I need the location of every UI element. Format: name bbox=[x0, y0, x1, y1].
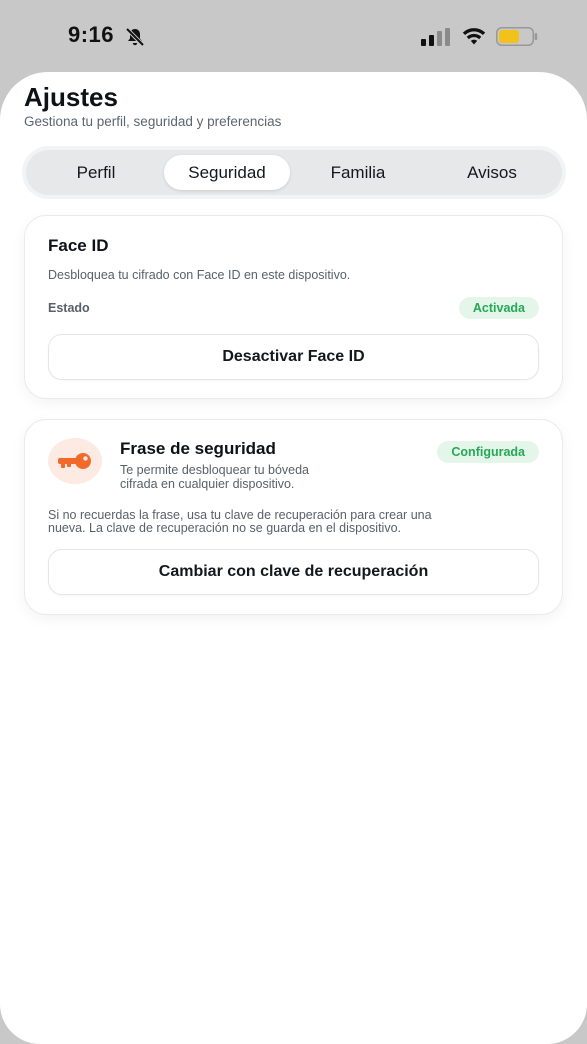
tab-familia[interactable]: Familia bbox=[292, 155, 424, 190]
phrase-title: Frase de seguridad bbox=[120, 439, 276, 458]
face-id-title: Face ID bbox=[48, 236, 109, 255]
phrase-note-line1: Si no recuerdas la frase, usa tu clave d… bbox=[48, 508, 432, 522]
tab-seguridad[interactable]: Seguridad bbox=[164, 155, 290, 190]
tab-perfil[interactable]: Perfil bbox=[30, 155, 162, 190]
settings-tabs: Perfil Seguridad Familia Avisos bbox=[26, 150, 562, 195]
battery-icon bbox=[496, 27, 538, 46]
cellular-signal-icon bbox=[421, 28, 450, 46]
bell-muted-icon bbox=[125, 27, 145, 47]
phrase-note-line2: nueva. La clave de recuperación no se gu… bbox=[48, 521, 402, 535]
status-time: 9:16 bbox=[68, 22, 115, 47]
face-id-description: Desbloquea tu cifrado con Face ID en est… bbox=[48, 268, 351, 282]
tab-avisos[interactable]: Avisos bbox=[426, 155, 558, 190]
key-icon-badge bbox=[48, 438, 102, 484]
wifi-icon bbox=[462, 28, 486, 45]
disable-face-id-button[interactable]: Desactivar Face ID bbox=[48, 334, 539, 380]
face-id-status-badge: Activada bbox=[458, 297, 539, 319]
phrase-description-line2: cifrada en cualquier dispositivo. bbox=[120, 477, 295, 491]
security-phrase-card: Frase de seguridad Configurada Te permit… bbox=[24, 419, 563, 615]
phrase-description-line1: Te permite desbloquear tu bóveda bbox=[120, 463, 310, 477]
face-id-card: Face ID Desbloquea tu cifrado con Face I… bbox=[24, 215, 563, 399]
settings-sheet: Ajustes Gestiona tu perfil, seguridad y … bbox=[0, 72, 587, 1044]
change-with-recovery-key-button[interactable]: Cambiar con clave de recuperación bbox=[48, 549, 539, 595]
phrase-status-badge: Configurada bbox=[437, 441, 539, 463]
page-subtitle: Gestiona tu perfil, seguridad y preferen… bbox=[24, 114, 282, 129]
key-icon bbox=[58, 453, 91, 469]
face-id-status-label: Estado bbox=[48, 301, 90, 315]
page-title: Ajustes bbox=[24, 82, 118, 112]
status-bar: 9:16 bbox=[0, 0, 587, 72]
